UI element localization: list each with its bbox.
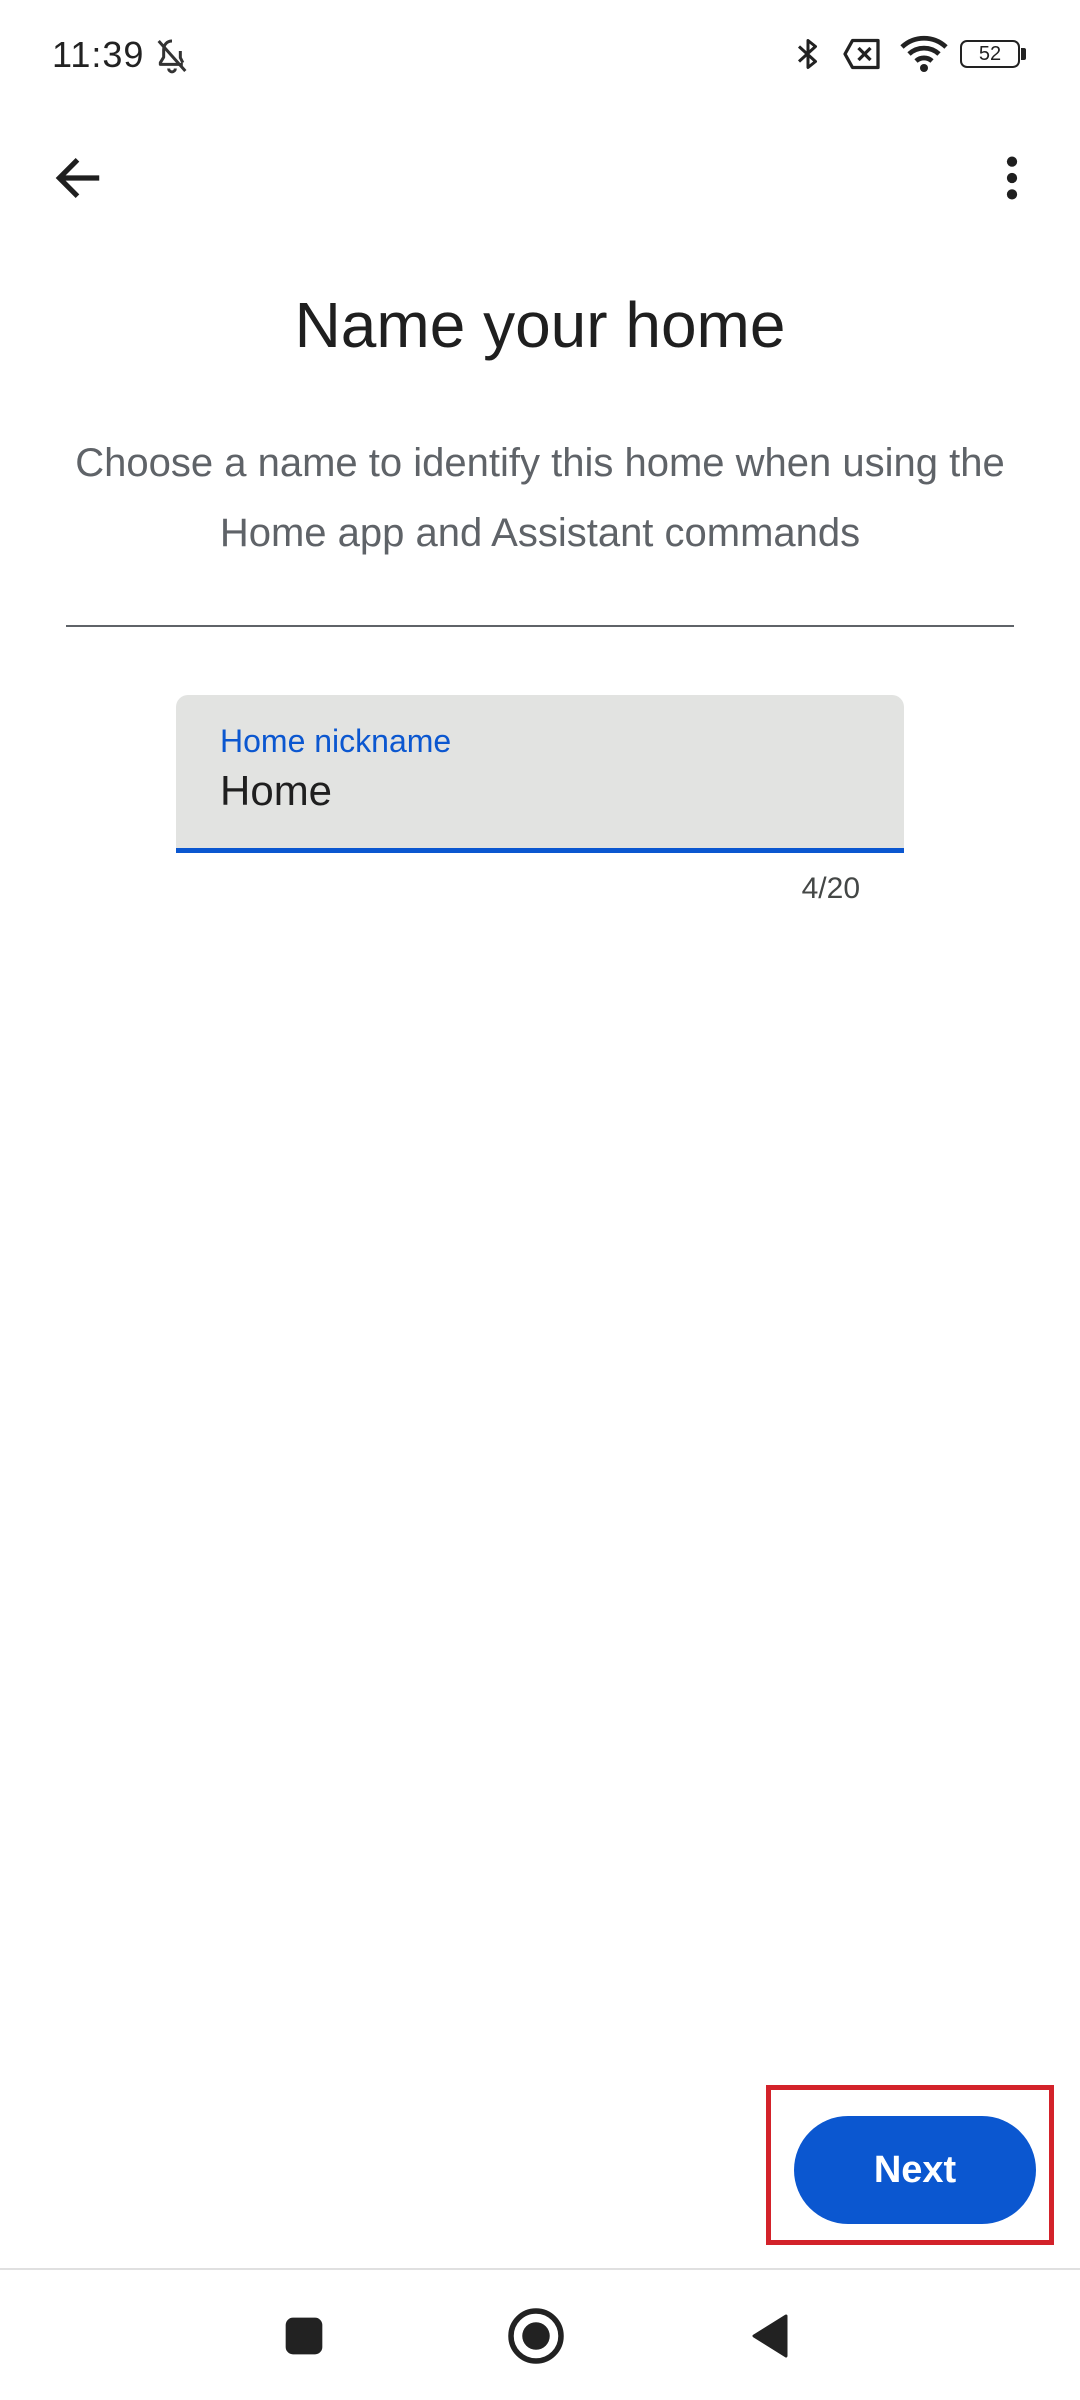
character-counter: 4/20	[801, 872, 860, 905]
status-time: 11:39	[52, 34, 145, 75]
more-options-button[interactable]	[974, 140, 1050, 216]
home-nickname-input[interactable]	[220, 767, 840, 815]
home-nickname-field[interactable]: Home nickname	[176, 695, 904, 853]
battery-icon: 52	[960, 40, 1028, 70]
status-bar: 11:39 52	[0, 0, 1080, 118]
bell-off-icon	[157, 39, 187, 74]
screen: 11:39 52 Name your home Choose a name to…	[0, 0, 1080, 2400]
recents-square-icon	[285, 2317, 323, 2355]
home-button[interactable]	[494, 2294, 578, 2378]
page-subtitle: Choose a name to identify this home when…	[75, 441, 1005, 555]
system-nav-bar	[0, 2268, 1080, 2400]
recents-button[interactable]	[262, 2294, 346, 2378]
system-back-button[interactable]	[728, 2294, 812, 2378]
no-sim-icon	[843, 38, 880, 70]
divider	[66, 625, 1014, 627]
back-button[interactable]	[40, 140, 116, 216]
back-triangle-icon	[752, 2314, 788, 2358]
battery-level: 52	[978, 43, 1002, 65]
next-button[interactable]: Next	[794, 2116, 1036, 2224]
bluetooth-icon	[797, 39, 817, 69]
arrow-left-icon	[55, 158, 100, 198]
field-label: Home nickname	[220, 723, 452, 759]
home-circle-icon	[508, 2308, 564, 2364]
wifi-icon	[900, 35, 948, 72]
status-icons: 52	[790, 32, 1040, 82]
page-title: Name your home	[294, 289, 786, 361]
more-vert-icon	[1006, 156, 1018, 200]
